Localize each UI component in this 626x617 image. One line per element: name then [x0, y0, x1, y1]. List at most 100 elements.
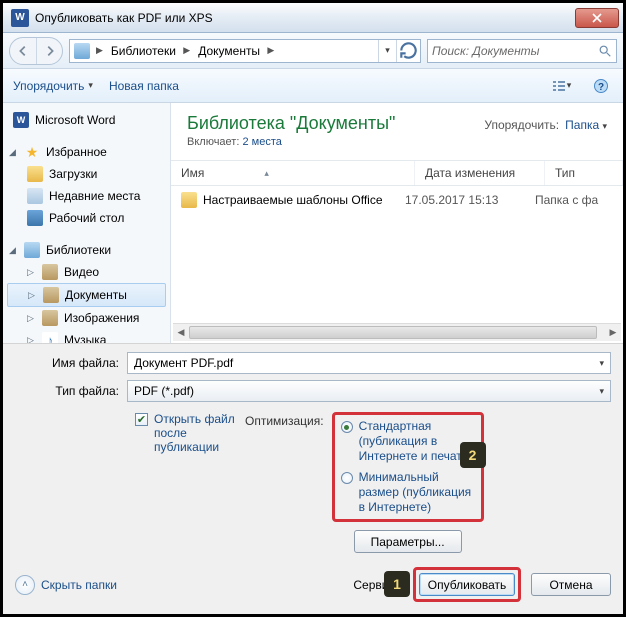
- word-app-icon: W: [11, 9, 29, 27]
- expand-icon: ◢: [9, 147, 18, 158]
- chevron-up-icon: ˄: [15, 575, 35, 595]
- includes-link[interactable]: 2 места: [242, 136, 281, 148]
- filetype-select[interactable]: PDF (*.pdf)▾: [127, 380, 611, 402]
- expand-icon: ◢: [9, 245, 18, 256]
- dialog-bottom-panel: Имя файла: Документ PDF.pdf▾ Тип файла: …: [3, 343, 623, 614]
- forward-button[interactable]: [36, 38, 62, 64]
- help-button[interactable]: ?: [589, 74, 613, 98]
- organize-button[interactable]: Упорядочить ▾: [13, 79, 93, 93]
- radio-standard[interactable]: Стандартная (публикация в Интернете и пе…: [341, 419, 475, 464]
- downloads-icon: [27, 166, 43, 182]
- nav-back-forward: [9, 37, 63, 65]
- collapse-icon: ▷: [27, 313, 36, 324]
- radio-unchecked-icon: [341, 472, 353, 484]
- collapse-icon: ▷: [27, 335, 36, 344]
- radio-minimal[interactable]: Минимальный размер (публикация в Интерне…: [341, 470, 475, 515]
- chevron-right-icon: ▶: [183, 45, 190, 56]
- chevron-right-icon: ▶: [267, 45, 274, 56]
- view-options-button[interactable]: ▾: [549, 74, 573, 98]
- breadcrumb-seg[interactable]: Документы ▶: [194, 40, 278, 62]
- scrollbar-thumb[interactable]: [189, 326, 597, 339]
- annotation-badge-2: 2: [460, 442, 486, 468]
- images-icon: [42, 310, 58, 326]
- filename-label: Имя файла:: [15, 356, 127, 370]
- address-bar[interactable]: ▶ Библиотеки ▶ Документы ▶ ▾: [69, 39, 421, 63]
- arrow-left-icon: [16, 44, 30, 58]
- library-icon: [24, 242, 40, 258]
- music-icon: ♪: [42, 332, 58, 343]
- publish-highlight: 1 Опубликовать: [413, 567, 521, 602]
- main-area: WMicrosoft Word ◢★Избранное Загрузки Нед…: [3, 103, 623, 343]
- breadcrumb-seg[interactable]: Библиотеки ▶: [107, 40, 194, 62]
- arrange-dropdown[interactable]: Папка ▾: [565, 118, 607, 132]
- collapse-icon: ▷: [28, 290, 37, 301]
- filetype-label: Тип файла:: [15, 384, 127, 398]
- arrange-by: Упорядочить: Папка ▾: [484, 118, 607, 132]
- chevron-down-icon: ▾: [385, 45, 390, 56]
- address-history-dropdown[interactable]: ▾: [378, 40, 396, 62]
- open-after-checkbox[interactable]: ✔ Открыть файл после публикации: [135, 412, 245, 454]
- dialog-footer: ˄ Скрыть папки Сервис ▾ 1 Опубликовать О…: [15, 567, 611, 602]
- svg-text:?: ?: [598, 82, 604, 93]
- video-icon: [42, 264, 58, 280]
- optimize-label: Оптимизация:: [245, 412, 324, 553]
- publish-button[interactable]: Опубликовать: [419, 573, 515, 596]
- new-folder-button[interactable]: Новая папка: [109, 79, 179, 93]
- sidebar-item-desktop[interactable]: Рабочий стол: [3, 207, 170, 229]
- refresh-button[interactable]: [396, 40, 420, 62]
- library-icon: [74, 43, 90, 59]
- sidebar-item-recent[interactable]: Недавние места: [3, 185, 170, 207]
- sidebar-item-word[interactable]: WMicrosoft Word: [3, 109, 170, 131]
- close-icon: [592, 13, 602, 23]
- chevron-down-icon: ▾: [88, 80, 93, 91]
- close-button[interactable]: [575, 8, 619, 28]
- sidebar-item-video[interactable]: ▷Видео: [3, 261, 170, 283]
- view-list-icon: [551, 78, 567, 94]
- search-input[interactable]: Поиск: Документы: [427, 39, 617, 63]
- dialog-title: Опубликовать как PDF или XPS: [35, 11, 575, 25]
- search-placeholder: Поиск: Документы: [432, 44, 598, 58]
- sidebar-group-libraries[interactable]: ◢Библиотеки: [3, 239, 170, 261]
- titlebar: W Опубликовать как PDF или XPS: [3, 3, 623, 33]
- folder-icon: [181, 192, 197, 208]
- file-list-panel: Библиотека "Документы" Включает: 2 места…: [171, 103, 623, 343]
- horizontal-scrollbar[interactable]: ◀ ▶: [173, 323, 621, 341]
- sidebar-item-downloads[interactable]: Загрузки: [3, 163, 170, 185]
- sort-asc-icon: ▴: [264, 168, 269, 179]
- scroll-right-icon: ▶: [605, 324, 621, 341]
- word-icon: W: [13, 112, 29, 128]
- chevron-right-icon: ▶: [96, 45, 103, 56]
- arrow-right-icon: [43, 44, 57, 58]
- chevron-down-icon: ▾: [567, 80, 572, 91]
- navigation-row: ▶ Библиотеки ▶ Документы ▶ ▾ Поиск: Доку…: [3, 33, 623, 69]
- column-name[interactable]: Имя▴: [171, 161, 415, 185]
- search-icon: [598, 44, 612, 58]
- back-button[interactable]: [10, 38, 36, 64]
- library-includes: Включает: 2 места: [187, 136, 395, 148]
- sidebar-item-images[interactable]: ▷Изображения: [3, 307, 170, 329]
- radio-checked-icon: [341, 421, 353, 433]
- chevron-down-icon: ▾: [602, 121, 607, 131]
- toolbar: Упорядочить ▾ Новая папка ▾ ?: [3, 69, 623, 103]
- column-date[interactable]: Дата изменения: [415, 161, 545, 185]
- column-type[interactable]: Тип: [545, 161, 623, 185]
- column-headers: Имя▴ Дата изменения Тип: [171, 160, 623, 186]
- filename-input[interactable]: Документ PDF.pdf▾: [127, 352, 611, 374]
- sidebar-group-favorites[interactable]: ◢★Избранное: [3, 141, 170, 163]
- file-list: Настраиваемые шаблоны Office 17.05.2017 …: [171, 186, 623, 323]
- sidebar-item-music[interactable]: ▷♪Музыка: [3, 329, 170, 343]
- sidebar-item-documents[interactable]: ▷Документы: [7, 283, 166, 307]
- chevron-down-icon: ▾: [599, 386, 604, 397]
- filetype-field: Тип файла: PDF (*.pdf)▾: [15, 380, 611, 402]
- desktop-icon: [27, 210, 43, 226]
- hide-folders-button[interactable]: ˄ Скрыть папки: [15, 575, 117, 595]
- parameters-button[interactable]: Параметры...: [354, 530, 462, 553]
- annotation-badge-1: 1: [384, 571, 410, 597]
- cancel-button[interactable]: Отмена: [531, 573, 611, 596]
- chevron-down-icon: ▾: [599, 358, 604, 369]
- navigation-sidebar: WMicrosoft Word ◢★Избранное Загрузки Нед…: [3, 103, 171, 343]
- list-item[interactable]: Настраиваемые шаблоны Office 17.05.2017 …: [171, 186, 623, 214]
- library-title: Библиотека "Документы": [187, 113, 395, 134]
- refresh-icon: [397, 39, 420, 62]
- documents-icon: [43, 287, 59, 303]
